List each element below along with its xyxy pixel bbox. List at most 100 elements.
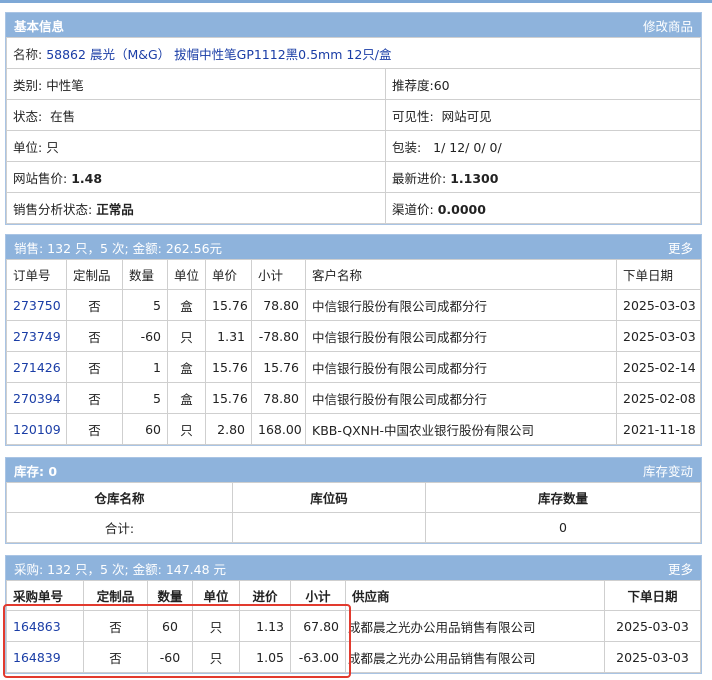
analysis-status-label: 销售分析状态:: [13, 201, 93, 217]
customer-cell: KBB-QXNH-中国农业银行股份有限公司: [305, 413, 617, 445]
stock-change-link[interactable]: 库存变动: [643, 461, 693, 480]
channel-price-label: 渠道价:: [392, 201, 434, 217]
sales-table-header: 订单号 定制品 数量 单位 单价 小计 客户名称 下单日期: [6, 259, 701, 290]
top-border-line: [0, 0, 712, 3]
subtotal-cell: -63.00: [290, 641, 346, 673]
order-link[interactable]: 271426: [13, 360, 61, 375]
customer-cell: 中信银行股份有限公司成都分行: [305, 382, 617, 414]
stock-total-label: 合计:: [6, 512, 233, 543]
basic-info-panel: 基本信息 修改商品 名称: 58862 晨光（M&G） 拔帽中性笔GP1112黑…: [5, 12, 702, 225]
subtotal-cell: 78.80: [251, 382, 306, 414]
channel-price-value: 0.0000: [437, 201, 486, 217]
stock-header: 库存: 0 库存变动: [6, 458, 701, 482]
recommend-label: 推荐度:: [392, 77, 434, 93]
info-row-price: 网站售价: 1.48 最新进价: 1.1300: [6, 161, 701, 193]
custom-cell: 否: [66, 351, 123, 383]
qty-cell: 60: [122, 413, 168, 445]
product-name-label: 名称:: [13, 46, 43, 62]
price-cell: 2.80: [205, 413, 252, 445]
table-row: 273750 否 5 盒 15.76 78.80 中信银行股份有限公司成都分行 …: [6, 289, 701, 321]
stock-table-header: 仓库名称 库位码 库存数量: [6, 482, 701, 513]
col-qty: 数量: [122, 259, 168, 290]
purchase-header: 采购: 132 只，5 次; 金额: 147.48 元 更多: [6, 556, 701, 580]
col-location-code: 库位码: [232, 482, 426, 513]
product-name-row: 名称: 58862 晨光（M&G） 拔帽中性笔GP1112黑0.5mm 12只/…: [6, 37, 701, 69]
web-price-value: 1.48: [71, 170, 103, 186]
col-unit: 单位: [192, 580, 240, 611]
info-row-unit: 单位: 只 包装: 1/ 12/ 0/ 0/: [6, 130, 701, 162]
order-link[interactable]: 273750: [13, 298, 61, 313]
date-cell: 2025-02-08: [616, 382, 701, 414]
custom-cell: 否: [66, 289, 123, 321]
date-cell: 2025-02-14: [616, 351, 701, 383]
subtotal-cell: 15.76: [251, 351, 306, 383]
custom-cell: 否: [66, 320, 123, 352]
package-label: 包装:: [392, 139, 422, 155]
basic-info-table: 名称: 58862 晨光（M&G） 拔帽中性笔GP1112黑0.5mm 12只/…: [6, 37, 701, 224]
col-unit: 单位: [167, 259, 206, 290]
purchase-order-link[interactable]: 164839: [13, 650, 61, 665]
order-link[interactable]: 273749: [13, 329, 61, 344]
status-label: 状态:: [13, 108, 43, 124]
purchase-panel: 采购: 132 只，5 次; 金额: 147.48 元 更多 采购单号 定制品 …: [5, 555, 702, 674]
unit-cell: 只: [167, 320, 206, 352]
order-link[interactable]: 270394: [13, 391, 61, 406]
unit-cell: 盒: [167, 351, 206, 383]
col-warehouse: 仓库名称: [6, 482, 233, 513]
status-value: 在售: [50, 108, 76, 124]
purchase-table-header: 采购单号 定制品 数量 单位 进价 小计 供应商 下单日期: [6, 580, 701, 611]
basic-info-title: 基本信息: [14, 18, 65, 34]
table-row: 120109 否 60 只 2.80 168.00 KBB-QXNH-中国农业银…: [6, 413, 701, 445]
purchase-table: 采购单号 定制品 数量 单位 进价 小计 供应商 下单日期 164863 否 6…: [6, 580, 701, 673]
web-price-label: 网站售价:: [13, 170, 68, 186]
cost-cell: 1.13: [239, 610, 291, 642]
order-link[interactable]: 120109: [13, 422, 61, 437]
col-custom: 定制品: [66, 259, 123, 290]
unit-cell: 只: [192, 641, 240, 673]
latest-cost-label: 最新进价:: [392, 170, 447, 186]
edit-product-link[interactable]: 修改商品: [643, 16, 693, 35]
visibility-value: 网站可见: [441, 108, 492, 124]
purchase-order-link[interactable]: 164863: [13, 619, 61, 634]
cost-cell: 1.05: [239, 641, 291, 673]
col-qty: 数量: [147, 580, 193, 611]
unit-cell: 只: [167, 413, 206, 445]
col-custom: 定制品: [83, 580, 148, 611]
subtotal-cell: -78.80: [251, 320, 306, 352]
date-cell: 2025-03-03: [604, 641, 701, 673]
custom-cell: 否: [83, 610, 148, 642]
date-cell: 2025-03-03: [604, 610, 701, 642]
table-row: 271426 否 1 盒 15.76 15.76 中信银行股份有限公司成都分行 …: [6, 351, 701, 383]
info-row-analysis: 销售分析状态: 正常品 渠道价: 0.0000: [6, 192, 701, 224]
qty-cell: 60: [147, 610, 193, 642]
stock-summary-title: 库存: 0: [14, 463, 58, 479]
custom-cell: 否: [66, 413, 123, 445]
sales-table: 订单号 定制品 数量 单位 单价 小计 客户名称 下单日期 273750 否 5…: [6, 259, 701, 445]
info-row-category: 类别: 中性笔 推荐度:60: [6, 68, 701, 100]
customer-cell: 中信银行股份有限公司成都分行: [305, 320, 617, 352]
purchase-more-link[interactable]: 更多: [668, 559, 693, 578]
col-purchase-no: 采购单号: [6, 580, 84, 611]
table-row: 164839 否 -60 只 1.05 -63.00 成都晨之光办公用品销售有限…: [6, 641, 701, 673]
sales-more-link[interactable]: 更多: [668, 238, 693, 257]
stock-table: 仓库名称 库位码 库存数量 合计: 0: [6, 482, 701, 543]
col-order-date: 下单日期: [604, 580, 701, 611]
col-order-date: 下单日期: [616, 259, 701, 290]
custom-cell: 否: [83, 641, 148, 673]
col-subtotal: 小计: [290, 580, 346, 611]
unit-cell: 盒: [167, 382, 206, 414]
product-name-value[interactable]: 58862 晨光（M&G） 拔帽中性笔GP1112黑0.5mm 12只/盒: [46, 47, 391, 62]
unit-value: 只: [46, 139, 59, 155]
subtotal-cell: 78.80: [251, 289, 306, 321]
sales-summary-title: 销售: 132 只，5 次; 金额: 262.56元: [14, 240, 223, 256]
unit-cell: 只: [192, 610, 240, 642]
qty-cell: -60: [122, 320, 168, 352]
stock-total-code: [232, 512, 426, 543]
table-row: 164863 否 60 只 1.13 67.80 成都晨之光办公用品销售有限公司…: [6, 610, 701, 642]
sales-header: 销售: 132 只，5 次; 金额: 262.56元 更多: [6, 235, 701, 259]
recommend-value: 60: [433, 77, 450, 93]
date-cell: 2021-11-18: [616, 413, 701, 445]
stock-panel: 库存: 0 库存变动 仓库名称 库位码 库存数量 合计: 0: [5, 457, 702, 544]
col-customer: 客户名称: [305, 259, 617, 290]
category-value: 中性笔: [46, 77, 84, 93]
